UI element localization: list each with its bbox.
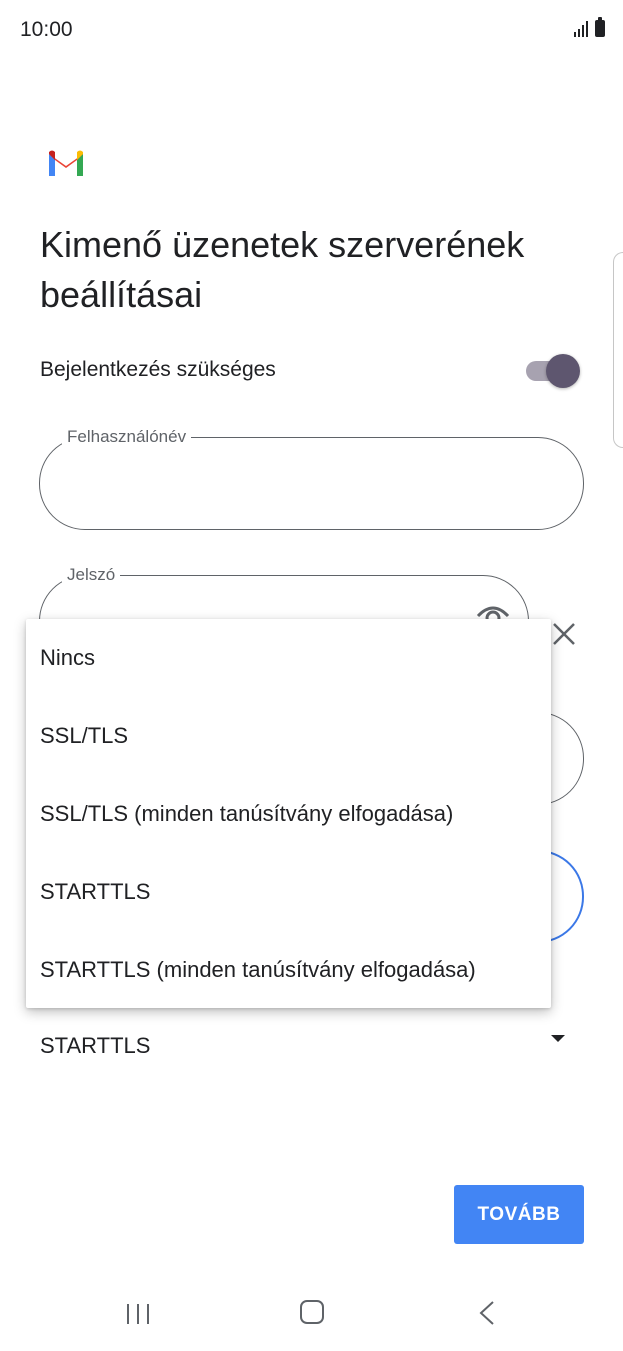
toggle-thumb — [546, 354, 580, 388]
login-required-label: Bejelentkezés szükséges — [40, 358, 276, 381]
side-panel-handle[interactable] — [613, 252, 623, 448]
gmail-logo-icon — [49, 150, 83, 176]
password-label: Jelszó — [62, 565, 121, 585]
status-bar: 10:00 — [0, 0, 623, 62]
home-icon[interactable] — [300, 1300, 324, 1324]
login-required-toggle[interactable] — [524, 354, 580, 388]
next-button[interactable]: TOVÁBB — [454, 1185, 584, 1244]
option-ssl-tls[interactable]: SSL/TLS — [26, 697, 551, 775]
username-field[interactable]: Felhasználónév — [39, 427, 584, 530]
security-type-dropdown: Nincs SSL/TLS SSL/TLS (minden tanúsítván… — [26, 619, 551, 1008]
battery-icon — [595, 17, 605, 37]
security-type-select[interactable]: STARTTLS — [40, 1033, 150, 1059]
username-label: Felhasználónév — [62, 427, 192, 447]
status-time: 10:00 — [20, 18, 73, 41]
recent-apps-icon[interactable] — [125, 1302, 151, 1326]
close-icon[interactable] — [550, 620, 578, 648]
option-ssl-tls-accept-all[interactable]: SSL/TLS (minden tanúsítvány elfogadása) — [26, 775, 551, 853]
page-title: Kimenő üzenetek szerverének beállításai — [40, 224, 525, 315]
dropdown-arrow-icon[interactable] — [551, 1035, 565, 1042]
signal-icon — [574, 21, 588, 37]
back-icon[interactable] — [478, 1300, 496, 1326]
option-none[interactable]: Nincs — [26, 619, 551, 697]
status-icons — [573, 17, 605, 37]
option-starttls-accept-all[interactable]: STARTTLS (minden tanúsítvány elfogadása) — [26, 931, 551, 1009]
option-starttls[interactable]: STARTTLS — [26, 853, 551, 931]
navigation-bar — [0, 1270, 623, 1351]
